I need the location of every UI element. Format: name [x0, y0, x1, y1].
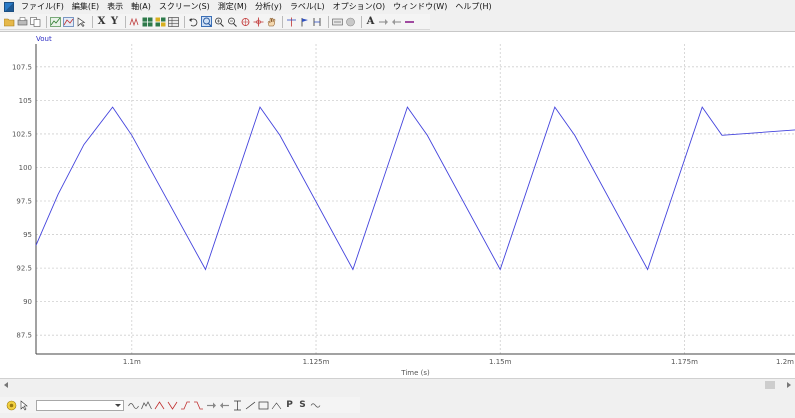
circle-marker-icon[interactable]: [345, 16, 356, 27]
peak-point-icon[interactable]: [271, 400, 282, 411]
trace-label: Vout: [36, 35, 52, 43]
tile-layout-icon[interactable]: [155, 16, 166, 27]
text-tool-button[interactable]: A: [365, 16, 376, 27]
slope-icon[interactable]: [245, 400, 256, 411]
toolbar-separator: [125, 15, 126, 28]
peak-wave-icon[interactable]: [141, 400, 152, 411]
waveform-chart: Vout 107.5 105 102.5 100 97.5 95 92.5 90 87.5 1.1m…: [12, 35, 795, 377]
plot-area[interactable]: Vout 107.5 105 102.5 100 97.5 95 92.5 90 87.5 1.1m…: [0, 31, 795, 378]
y-tick-label: 87.5: [16, 332, 32, 340]
line-tool-icon[interactable]: [404, 16, 415, 27]
menu-axis[interactable]: 軸(A): [127, 0, 155, 14]
copy-icon[interactable]: [30, 16, 41, 27]
status-bar: [0, 413, 795, 418]
arrow-right-icon[interactable]: [378, 16, 389, 27]
y-tick-label: 92.5: [16, 265, 32, 273]
open-folder-icon[interactable]: [4, 16, 15, 27]
valley-marker-icon[interactable]: [167, 400, 178, 411]
cursor-icon[interactable]: [76, 16, 87, 27]
arrow-left-icon[interactable]: [391, 16, 402, 27]
undo-icon[interactable]: [188, 16, 199, 27]
box-measure-icon[interactable]: [258, 400, 269, 411]
flag-icon[interactable]: [299, 16, 310, 27]
next-arrow-icon[interactable]: [206, 400, 217, 411]
menu-bar: ファイル(F) 編集(E) 表示 軸(A) スクリーン(S) 測定(M) 分析(…: [0, 0, 795, 14]
x-axis-button[interactable]: X: [96, 16, 107, 27]
toolbar: X Y A: [0, 14, 430, 30]
menu-view[interactable]: 表示: [103, 0, 127, 14]
menu-screen[interactable]: スクリーン(S): [155, 0, 214, 14]
select-tool-icon[interactable]: [19, 399, 30, 411]
record-icon[interactable]: [6, 400, 17, 411]
measure-icon[interactable]: [232, 400, 243, 411]
waveform-icon[interactable]: [129, 16, 140, 27]
toolbar-separator: [46, 15, 47, 28]
zoom-fit-icon[interactable]: [240, 16, 251, 27]
add-graph-icon[interactable]: [50, 16, 61, 27]
zoom-icon[interactable]: [201, 16, 212, 27]
y-tick-label: 107.5: [12, 63, 32, 71]
y-tick-label: 90: [23, 298, 32, 306]
y-tick-label: 105: [19, 97, 32, 105]
x-tick-label: 1.175m: [671, 358, 698, 366]
x-tick-label: 1.15m: [489, 358, 512, 366]
prev-arrow-icon[interactable]: [219, 400, 230, 411]
tick-labels: Vout 107.5 105 102.5 100 97.5 95 92.5 90 87.5 1.1m…: [12, 35, 794, 377]
toolbar-separator: [361, 15, 362, 28]
sine-wave-icon[interactable]: [128, 400, 139, 411]
app-window: ファイル(F) 編集(E) 表示 軸(A) スクリーン(S) 測定(M) 分析(…: [0, 0, 795, 418]
menu-edit[interactable]: 編集(E): [68, 0, 103, 14]
chart-settings-icon[interactable]: [63, 16, 74, 27]
grid-lines: [36, 44, 795, 354]
menu-file[interactable]: ファイル(F): [17, 0, 68, 14]
print-icon[interactable]: [17, 16, 28, 27]
x-axis-title: Time (s): [400, 369, 430, 377]
grid-layout-icon[interactable]: [142, 16, 153, 27]
y-tick-label: 95: [23, 231, 32, 239]
pan-hand-icon[interactable]: [266, 16, 277, 27]
app-logo-icon: [4, 2, 14, 12]
menu-label[interactable]: ラベル(L): [286, 0, 329, 14]
toolbar-separator: [184, 15, 185, 28]
rise-marker-icon[interactable]: [180, 400, 191, 411]
data-label-icon[interactable]: [332, 16, 343, 27]
crosshair-icon[interactable]: [253, 16, 264, 27]
toolbar-separator: [92, 15, 93, 28]
y-axis-button[interactable]: Y: [109, 16, 120, 27]
axes: [35, 44, 795, 355]
split-cursor-icon[interactable]: [312, 16, 323, 27]
table-icon[interactable]: [168, 16, 179, 27]
x-tick-label: 1.125m: [303, 358, 330, 366]
trace-select-dropdown[interactable]: [36, 399, 124, 411]
menu-measure[interactable]: 測定(M): [214, 0, 251, 14]
scroll-left-icon[interactable]: [4, 382, 8, 388]
horizontal-scrollbar[interactable]: [0, 378, 795, 390]
vout-trace-line: [35, 106, 795, 271]
menu-analysis[interactable]: 分析(y): [251, 0, 286, 14]
scrollbar-thumb[interactable]: [765, 381, 775, 389]
s-button[interactable]: S: [297, 400, 308, 411]
toolbar-separator: [328, 15, 329, 28]
trace-layer: [35, 106, 795, 271]
zoom-out-icon[interactable]: [227, 16, 238, 27]
scroll-right-icon[interactable]: [787, 382, 791, 388]
peak-marker-icon[interactable]: [154, 400, 165, 411]
zoom-in-icon[interactable]: [214, 16, 225, 27]
x-tick-label: 1.1m: [123, 358, 141, 366]
menu-window[interactable]: ウィンドウ(W): [389, 0, 451, 14]
p-button[interactable]: P: [284, 400, 295, 411]
marker-icon[interactable]: [286, 16, 297, 27]
toolbar-separator: [282, 15, 283, 28]
bottom-toolbar: P S: [0, 397, 360, 413]
x-tick-label: 1.2m: [776, 358, 794, 366]
menu-help[interactable]: ヘルプ(H): [451, 0, 495, 14]
y-tick-label: 97.5: [16, 198, 32, 206]
menu-options[interactable]: オプション(O): [329, 0, 390, 14]
fall-marker-icon[interactable]: [193, 400, 204, 411]
y-tick-label: 100: [19, 164, 32, 172]
y-tick-label: 102.5: [12, 130, 32, 138]
thd-icon[interactable]: [310, 400, 321, 411]
